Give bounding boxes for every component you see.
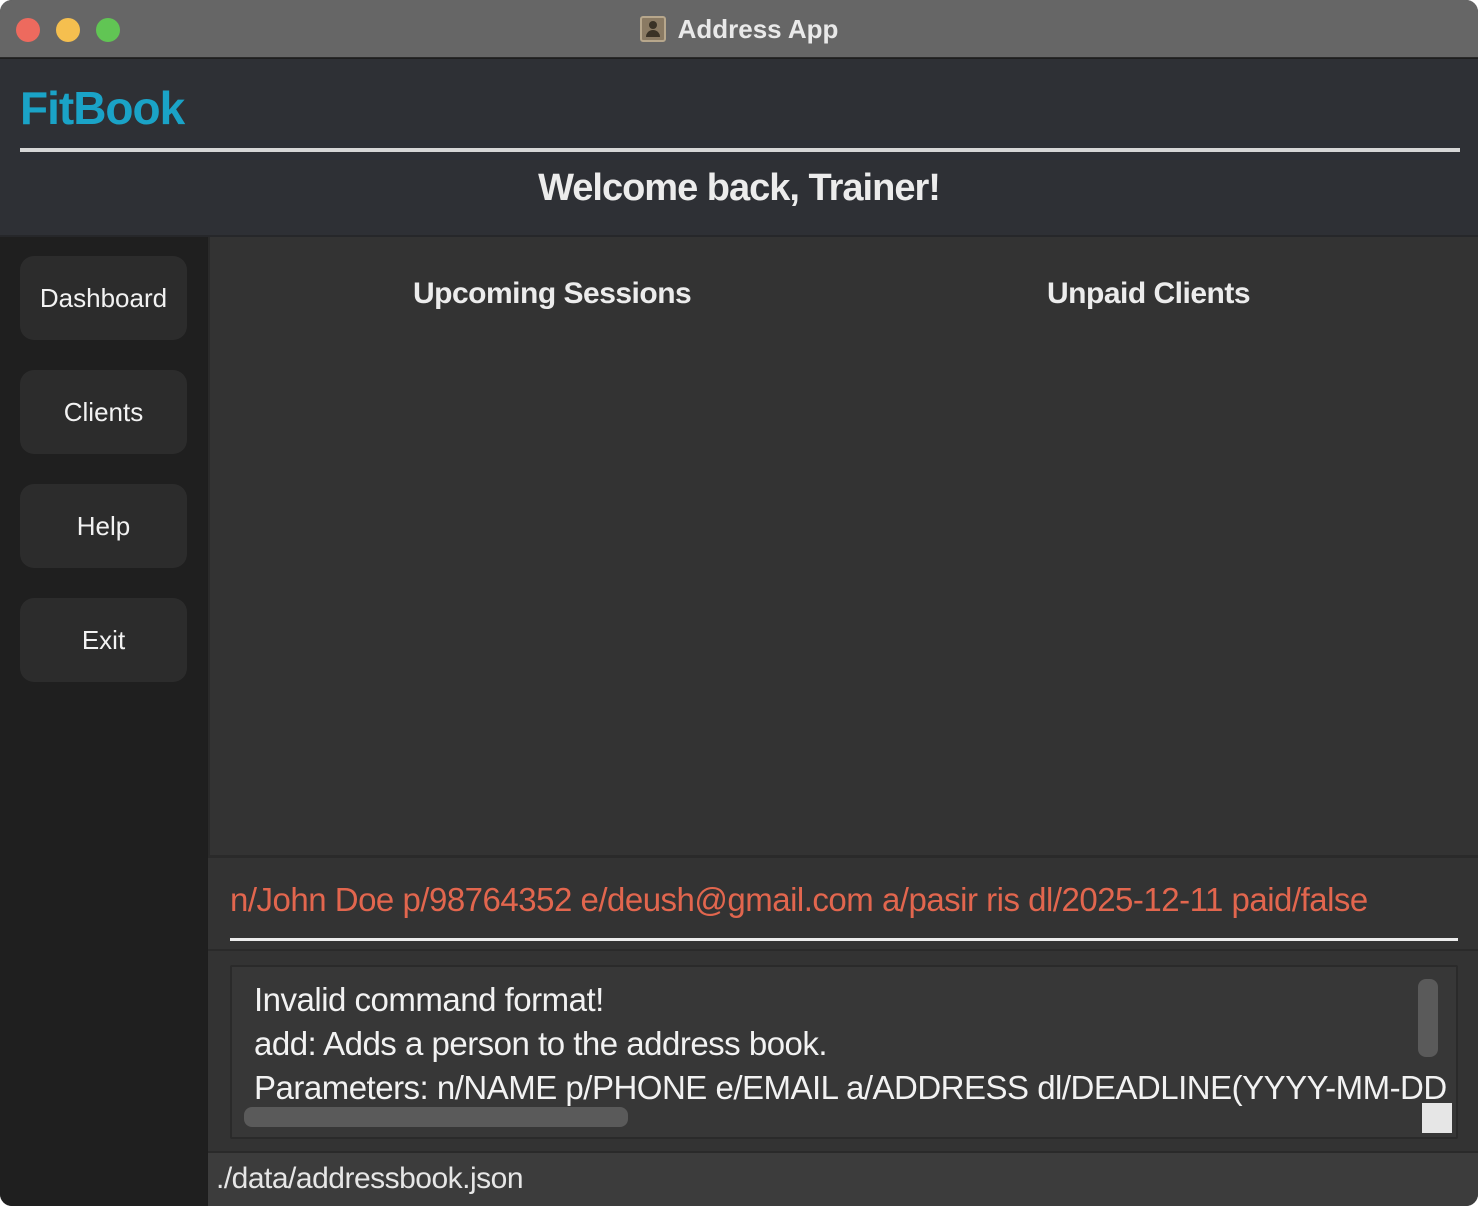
contacts-app-icon	[639, 16, 666, 42]
welcome-heading: Welcome back, Trainer!	[538, 167, 941, 209]
header-divider	[20, 148, 1460, 152]
sidebar-item-clients[interactable]: Clients	[20, 370, 187, 454]
result-line: add: Adds a person to the address book.	[254, 1025, 828, 1062]
sidebar-item-label: Clients	[63, 396, 144, 427]
sidebar: Dashboard Clients Help Exit	[0, 237, 207, 1206]
app-header: FitBook Welcome back, Trainer!	[0, 59, 1478, 237]
upcoming-sessions-title: Upcoming Sessions	[413, 277, 692, 310]
command-input[interactable]	[230, 872, 1438, 928]
sidebar-item-label: Dashboard	[39, 282, 168, 313]
window-title: Address App	[677, 13, 839, 44]
window-title-group: Address App	[0, 0, 1478, 58]
result-display[interactable]: Invalid command format! add: Adds a pers…	[230, 965, 1458, 1139]
scroll-corner	[1422, 1103, 1452, 1133]
save-file-path: ./data/addressbook.json	[216, 1162, 524, 1195]
sidebar-item-label: Help	[76, 510, 131, 541]
title-bar[interactable]: Address App	[0, 0, 1478, 58]
sidebar-item-help[interactable]: Help	[20, 484, 187, 568]
unpaid-clients-title: Unpaid Clients	[1047, 277, 1251, 310]
command-box	[208, 855, 1478, 951]
result-line: Parameters: n/NAME p/PHONE e/EMAIL a/ADD…	[254, 1069, 1447, 1106]
sidebar-item-exit[interactable]: Exit	[20, 598, 187, 682]
vertical-scrollbar[interactable]	[1418, 979, 1438, 1057]
command-input-underline	[230, 938, 1458, 941]
result-display-area: Invalid command format! add: Adds a pers…	[208, 951, 1478, 1151]
horizontal-scrollbar[interactable]	[244, 1107, 628, 1127]
brand-logo-text: FitBook	[20, 82, 185, 134]
result-line: Invalid command format!	[254, 981, 604, 1018]
sidebar-item-dashboard[interactable]: Dashboard	[20, 256, 187, 340]
sidebar-item-label: Exit	[81, 624, 126, 655]
app-window: Address App FitBook Welcome back, Traine…	[0, 0, 1478, 1206]
dashboard-panel: Upcoming Sessions Unpaid Clients	[208, 237, 1478, 855]
status-bar: ./data/addressbook.json	[208, 1151, 1478, 1206]
